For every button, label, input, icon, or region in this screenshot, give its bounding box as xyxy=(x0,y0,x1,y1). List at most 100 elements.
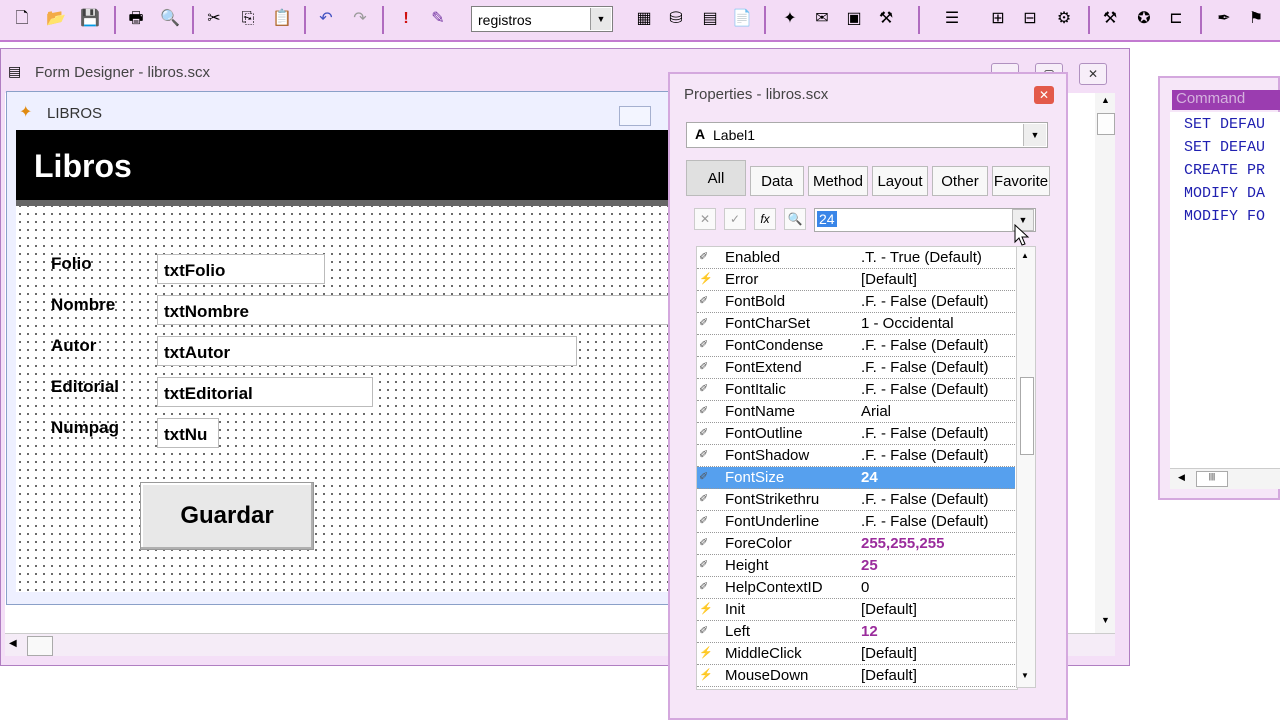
property-value[interactable]: 12 xyxy=(861,623,878,640)
property-scroll-thumb[interactable] xyxy=(1020,377,1034,455)
property-row[interactable]: ✐ Left 12 xyxy=(697,621,1015,643)
builder-icon[interactable]: ⚑ xyxy=(1244,6,1268,32)
property-value[interactable]: .F. - False (Default) xyxy=(861,425,989,442)
modify-icon[interactable]: ✎ xyxy=(426,6,450,32)
property-value[interactable]: 0 xyxy=(861,579,869,596)
chevron-down-icon[interactable]: ▼ xyxy=(590,8,611,30)
command-horizontal-scrollbar[interactable]: ◀ ||| xyxy=(1170,468,1280,489)
horizontal-scroll-thumb[interactable] xyxy=(27,636,53,656)
scroll-up-icon[interactable]: ▲ xyxy=(1021,251,1029,260)
command-line[interactable]: CREATE PR xyxy=(1184,162,1265,179)
cancel-icon[interactable]: ✕ xyxy=(694,208,716,230)
scroll-up-icon[interactable]: ▲ xyxy=(1101,95,1110,105)
properties-close-button[interactable]: ✕ xyxy=(1034,86,1054,104)
align-icon[interactable]: ⊏ xyxy=(1164,6,1188,32)
properties-window-icon[interactable]: ⊟ xyxy=(1018,6,1042,32)
property-row[interactable]: ✐ ForeColor 255,255,255 xyxy=(697,533,1015,555)
scroll-down-icon[interactable]: ▼ xyxy=(1021,671,1029,680)
label-editorial[interactable]: Editorial xyxy=(51,377,119,397)
property-value[interactable]: .F. - False (Default) xyxy=(861,447,989,464)
property-row[interactable]: ✐ FontOutline .F. - False (Default) xyxy=(697,423,1015,445)
form-icon[interactable]: ▦ xyxy=(632,6,656,32)
label-nombre[interactable]: Nombre xyxy=(51,295,115,315)
property-row[interactable]: ✐ Height 25 xyxy=(697,555,1015,577)
undo-icon[interactable]: ↶ xyxy=(314,6,338,32)
tab-method[interactable]: Method xyxy=(808,166,868,196)
scroll-left-icon[interactable]: ◀ xyxy=(9,638,17,649)
property-row[interactable]: ✐ FontUnderline .F. - False (Default) xyxy=(697,511,1015,533)
property-value[interactable]: 1 - Occidental xyxy=(861,315,954,332)
property-row[interactable]: ✐ FontStrikethru .F. - False (Default) xyxy=(697,489,1015,511)
property-value[interactable]: .F. - False (Default) xyxy=(861,359,989,376)
label-folio[interactable]: Folio xyxy=(51,254,92,274)
properties-icon[interactable]: ✦ xyxy=(778,6,802,32)
textbox-folio[interactable]: txtFolio xyxy=(157,254,325,284)
tab-favorite[interactable]: Favorite xyxy=(992,166,1050,196)
command-scroll-thumb[interactable]: ||| xyxy=(1196,471,1228,487)
guardar-button[interactable]: Guardar xyxy=(140,482,314,550)
command-line[interactable]: SET DEFAU xyxy=(1184,139,1265,156)
form-minimize-button[interactable] xyxy=(619,106,651,126)
property-row[interactable]: ⚡ MiddleClick [Default] xyxy=(697,643,1015,665)
run-icon[interactable]: ! xyxy=(394,6,418,32)
tools-icon[interactable]: ⚒ xyxy=(874,6,898,32)
object-selector[interactable]: A Label1 ▼ xyxy=(686,122,1048,148)
property-row[interactable]: ✐ FontCondense .F. - False (Default) xyxy=(697,335,1015,357)
chevron-down-icon[interactable]: ▼ xyxy=(1023,124,1046,146)
form-body-grid[interactable]: Libros Folio txtFolio Nombre txtNombre A… xyxy=(16,130,669,592)
property-value[interactable]: .F. - False (Default) xyxy=(861,293,989,310)
property-row[interactable]: ✐ FontExtend .F. - False (Default) xyxy=(697,357,1015,379)
cut-icon[interactable]: ✂ xyxy=(202,6,226,32)
code-window-icon[interactable]: ✉ xyxy=(810,6,834,32)
property-value[interactable]: 25 xyxy=(861,557,878,574)
property-value[interactable]: .F. - False (Default) xyxy=(861,513,989,530)
open-icon[interactable]: 📂 xyxy=(44,6,68,32)
property-value[interactable]: 24 xyxy=(861,469,878,486)
property-row[interactable]: ⚡ MouseDown [Default] xyxy=(697,665,1015,687)
property-row[interactable]: ⚡ Error [Default] xyxy=(697,269,1015,291)
property-value[interactable]: [Default] xyxy=(861,271,917,288)
accept-icon[interactable]: ✓ xyxy=(724,208,746,230)
textbox-nombre[interactable]: txtNombre xyxy=(157,295,669,325)
database-icon[interactable]: ⛁ xyxy=(664,6,688,32)
window-icon[interactable]: ▣ xyxy=(842,6,866,32)
tab-all[interactable]: All xyxy=(686,160,746,196)
redo-icon[interactable]: ↷ xyxy=(348,6,372,32)
property-row[interactable]: ✐ FontName Arial xyxy=(697,401,1015,423)
textbox-numpag[interactable]: txtNu xyxy=(157,418,219,448)
database-combo[interactable]: registros ▼ xyxy=(471,6,613,32)
property-row[interactable]: ✐ FontSize 24 xyxy=(697,467,1015,489)
tab-layout[interactable]: Layout xyxy=(872,166,928,196)
vertical-scroll-thumb[interactable] xyxy=(1097,113,1115,135)
zoom-icon[interactable]: 🔍 xyxy=(784,208,806,230)
copy-icon[interactable]: ⎘ xyxy=(236,6,260,32)
property-value[interactable]: [Default] xyxy=(861,601,917,618)
label-numpag[interactable]: Numpag xyxy=(51,418,119,438)
palette-icon[interactable]: ✪ xyxy=(1132,6,1156,32)
data-environment-icon[interactable]: ⊞ xyxy=(986,6,1010,32)
property-row[interactable]: ✐ HelpContextID 0 xyxy=(697,577,1015,599)
designer-vertical-scrollbar[interactable]: ▲ ▼ xyxy=(1095,93,1115,633)
form-window-libros[interactable]: ✦ LIBROS Libros Folio txtFolio Nombre tx… xyxy=(6,91,670,605)
property-row[interactable]: ⚡ Init [Default] xyxy=(697,599,1015,621)
layout-icon[interactable]: ☰ xyxy=(940,6,964,32)
banner-label[interactable]: Libros xyxy=(16,130,669,200)
report-icon[interactable]: ▤ xyxy=(698,6,722,32)
print-icon[interactable]: 🖶 xyxy=(124,6,148,32)
property-row[interactable]: ✐ FontShadow .F. - False (Default) xyxy=(697,445,1015,467)
command-body[interactable]: SET DEFAU SET DEFAU CREATE PR MODIFY DA … xyxy=(1170,112,1280,468)
hammer-icon[interactable]: ⚒ xyxy=(1098,6,1122,32)
paste-icon[interactable]: 📋 xyxy=(270,6,294,32)
property-row[interactable]: ✐ FontBold .F. - False (Default) xyxy=(697,291,1015,313)
command-line[interactable]: MODIFY FO xyxy=(1184,208,1265,225)
property-value[interactable]: .T. - True (Default) xyxy=(861,249,982,266)
gears-icon[interactable]: ⚙ xyxy=(1052,6,1076,32)
wizard-icon[interactable]: ✒ xyxy=(1212,6,1236,32)
code-icon[interactable]: 📄 xyxy=(730,6,754,32)
scroll-left-icon[interactable]: ◀ xyxy=(1178,472,1185,483)
label-autor[interactable]: Autor xyxy=(51,336,96,356)
property-value[interactable]: .F. - False (Default) xyxy=(861,337,989,354)
command-line[interactable]: MODIFY DA xyxy=(1184,185,1265,202)
property-value[interactable]: .F. - False (Default) xyxy=(861,381,989,398)
textbox-editorial[interactable]: txtEditorial xyxy=(157,377,373,407)
